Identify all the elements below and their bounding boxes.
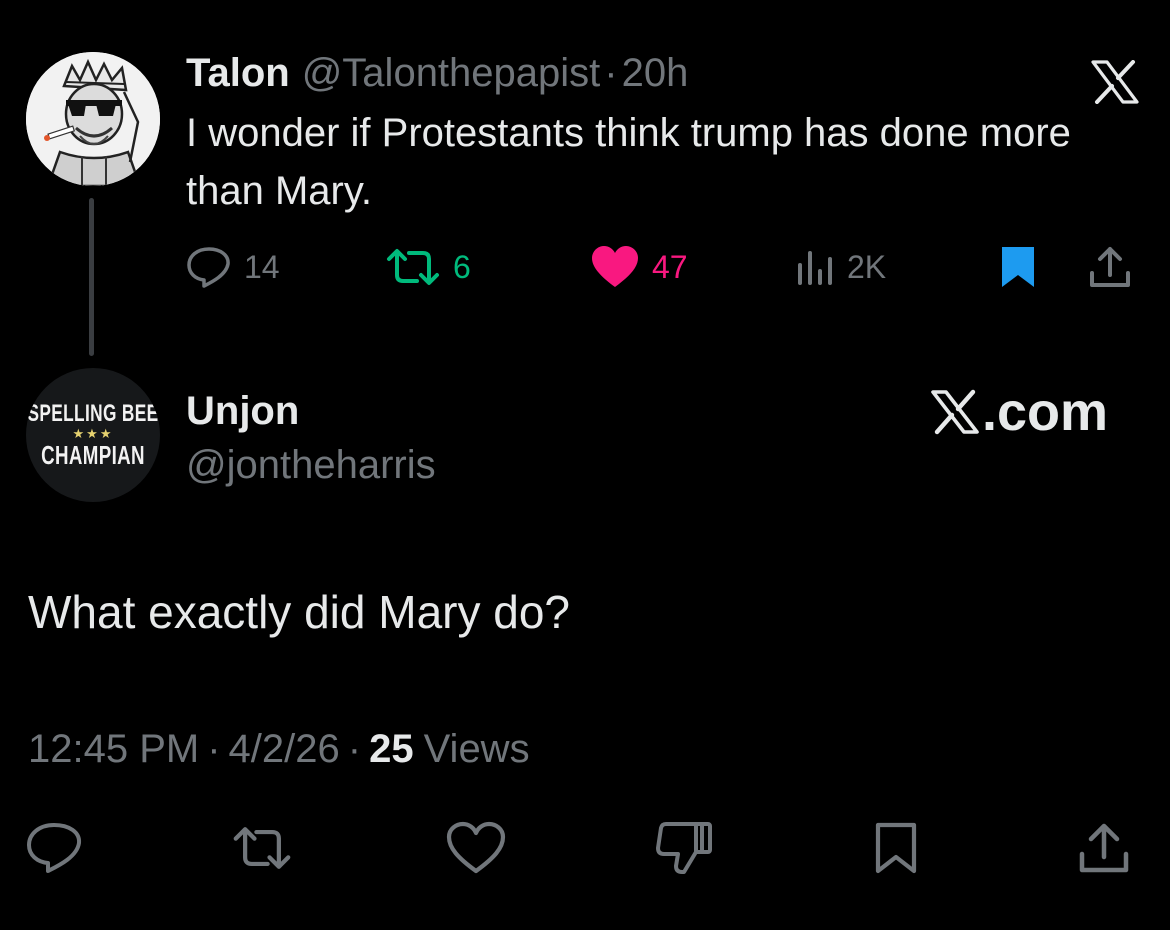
reply-tweet-text: What exactly did Mary do? xyxy=(28,586,571,638)
reply-button[interactable] xyxy=(24,818,84,878)
avatar-talon[interactable] xyxy=(26,52,160,186)
parent-like-button[interactable]: 47 xyxy=(590,245,688,289)
avatar-talon-image xyxy=(26,52,160,186)
retweet-icon xyxy=(233,827,291,869)
parent-views-button[interactable]: 2K xyxy=(795,245,886,289)
meta-separator: · xyxy=(207,727,221,771)
reply-views-label: Views xyxy=(423,727,530,771)
avatar-bottom-text: CHAMPIAN xyxy=(41,440,145,470)
reply-author-handle[interactable]: @jontheharris xyxy=(186,440,436,490)
xcom-badge[interactable]: .com xyxy=(930,382,1108,442)
heart-filled-icon xyxy=(592,246,638,287)
header-separator: · xyxy=(604,51,618,95)
x-logo-icon xyxy=(931,389,979,435)
parent-tweet-text: I wonder if Protestants think trump has … xyxy=(186,111,1071,213)
reply-icon xyxy=(187,247,230,288)
reply-date[interactable]: 4/2/26 xyxy=(229,727,340,771)
like-button[interactable] xyxy=(446,818,506,878)
parent-author-name[interactable]: Talon xyxy=(186,48,290,98)
share-icon xyxy=(1090,247,1130,287)
reply-time[interactable]: 12:45 PM xyxy=(28,727,199,771)
thread-connector-line xyxy=(89,198,94,356)
x-logo-icon[interactable] xyxy=(1089,60,1141,104)
parent-reply-count: 14 xyxy=(244,248,280,285)
parent-tweet-time[interactable]: 20h xyxy=(622,48,689,98)
parent-bookmark-button[interactable] xyxy=(1000,245,1036,289)
views-bar-chart-icon xyxy=(798,251,832,285)
parent-views-count: 2K xyxy=(847,248,887,285)
reply-author-name[interactable]: Unjon xyxy=(186,386,299,436)
avatar-unjon[interactable]: SPELLING BEE ★★★ CHAMPIAN xyxy=(26,368,160,502)
retweet-button[interactable] xyxy=(232,818,292,878)
dislike-button[interactable] xyxy=(655,818,715,878)
parent-reply-button[interactable]: 14 xyxy=(186,245,280,289)
xcom-text: .com xyxy=(982,382,1109,442)
parent-author-handle[interactable]: @Talonthepapist xyxy=(302,48,601,98)
parent-tweet-header: Talon @Talonthepapist · 20h xyxy=(186,48,688,98)
heart-outline-icon xyxy=(446,821,506,874)
share-button[interactable] xyxy=(1074,818,1134,878)
parent-like-count: 47 xyxy=(652,248,688,285)
reply-icon xyxy=(27,823,82,873)
bookmark-filled-icon xyxy=(1002,247,1034,287)
bookmark-outline-icon xyxy=(875,822,917,874)
share-icon xyxy=(1079,823,1129,873)
parent-retweet-button[interactable]: 6 xyxy=(385,245,471,289)
parent-retweet-count: 6 xyxy=(453,248,471,285)
retweet-icon xyxy=(387,249,439,285)
meta-separator: · xyxy=(347,727,362,771)
reply-tweet-meta: 12:45 PM · 4/2/26 · 25 Views xyxy=(28,724,530,774)
reply-views-count[interactable]: 25 xyxy=(369,727,414,771)
parent-share-button[interactable] xyxy=(1088,245,1132,289)
avatar-top-text: SPELLING BEE xyxy=(27,400,159,427)
dislike-icon xyxy=(656,822,712,874)
bookmark-button[interactable] xyxy=(866,818,926,878)
